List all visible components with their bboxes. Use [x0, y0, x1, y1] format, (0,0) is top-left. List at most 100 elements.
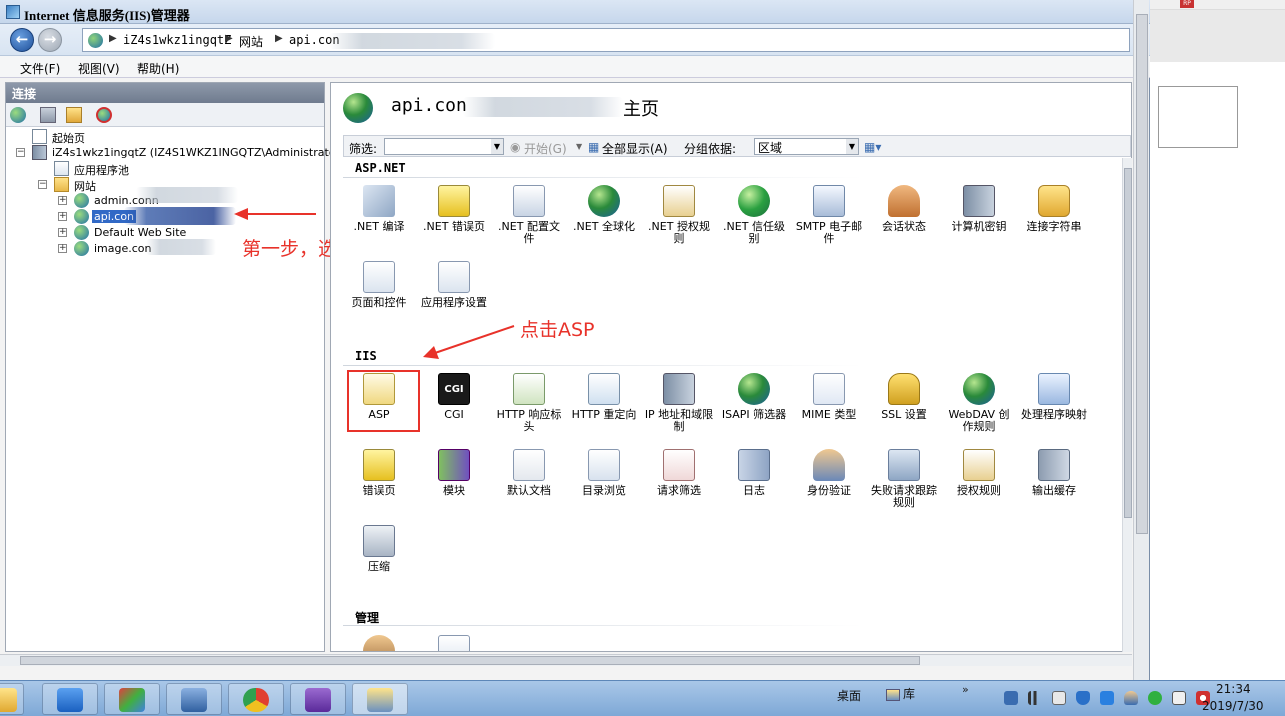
feature-net-authorization[interactable]: .NET 授权规则	[643, 185, 715, 245]
library-icon	[886, 688, 900, 701]
site-globe-icon	[74, 193, 89, 208]
server-icon	[32, 145, 47, 160]
feature-machine-key[interactable]: 计算机密钥	[943, 185, 1015, 233]
feature-net-profile[interactable]: .NET 配置文件	[493, 185, 565, 245]
clipboard-icon[interactable]	[1172, 691, 1186, 705]
feature-http-response-headers[interactable]: HTTP 响应标头	[493, 373, 565, 433]
feature-isapi-filters[interactable]: ISAPI 筛选器	[718, 373, 790, 421]
window-icon[interactable]	[1052, 691, 1066, 705]
taskbar-app-notes[interactable]	[42, 683, 98, 715]
clock-date[interactable]: 2019/7/30	[1202, 699, 1264, 713]
breadcrumb-separator-icon: ▶	[275, 33, 283, 44]
address-field[interactable]: ▶ iZ4s1wkz1ingqtZ ▶ 网站 ▶ api.con	[82, 28, 1130, 52]
clock-time[interactable]: 21:34	[1216, 682, 1251, 696]
breadcrumb-server[interactable]: iZ4s1wkz1ingqtZ	[123, 33, 231, 47]
show-all-button[interactable]: 全部显示(A)	[602, 140, 668, 157]
expand-icon[interactable]: +	[58, 228, 67, 237]
features-scrollbar[interactable]	[1122, 158, 1132, 652]
horizontal-scrollbar[interactable]	[0, 654, 1132, 666]
feature-net-error-pages[interactable]: .NET 错误页	[418, 185, 490, 233]
feature-default-document[interactable]: 默认文档	[493, 449, 565, 497]
forward-button[interactable]: →	[38, 28, 62, 52]
compression-vise-icon	[363, 525, 395, 557]
feature-net-compilation[interactable]: .NET 编译	[343, 185, 415, 233]
users-icon[interactable]	[1124, 691, 1138, 705]
chevron-down-icon[interactable]: ▼	[846, 139, 858, 154]
wechat-icon[interactable]	[1148, 691, 1162, 705]
collapse-icon[interactable]: −	[38, 180, 47, 189]
feature-net-globalization[interactable]: .NET 全球化	[568, 185, 640, 233]
app-pool-icon	[54, 161, 69, 176]
feature-authentication[interactable]: 身份验证	[793, 449, 865, 497]
chevron-down-icon[interactable]: ▼	[576, 142, 582, 151]
start-filter-button[interactable]: 开始(G)	[524, 140, 567, 157]
desktop-toolbar-label[interactable]: 桌面	[837, 687, 861, 704]
taskbar-app-tool[interactable]	[104, 683, 160, 715]
feature-mime-types[interactable]: MIME 类型	[793, 373, 865, 421]
taskbar-app-iis-manager[interactable]	[352, 683, 408, 715]
feature-output-caching[interactable]: 输出缓存	[1018, 449, 1090, 497]
filter-input[interactable]: ▼	[384, 138, 504, 155]
collapse-icon[interactable]: −	[16, 148, 25, 157]
feature-handler-mappings[interactable]: 处理程序映射	[1018, 373, 1090, 421]
feature-session-state[interactable]: 会话状态	[868, 185, 940, 233]
feature-compression[interactable]: 压缩	[343, 525, 415, 573]
feature-cgi[interactable]: CGI CGI	[418, 373, 490, 421]
feature-http-redirect[interactable]: HTTP 重定向	[568, 373, 640, 421]
window-scrollbar[interactable]	[1133, 0, 1149, 680]
save-icon[interactable]	[40, 107, 56, 123]
feature-smtp-email[interactable]: SMTP 电子邮件	[793, 185, 865, 245]
disconnect-icon[interactable]	[96, 107, 112, 123]
expand-icon[interactable]: +	[58, 212, 67, 221]
shield-icon[interactable]	[1076, 691, 1090, 705]
back-button[interactable]: ←	[10, 28, 34, 52]
feature-app-settings[interactable]: 应用程序设置	[418, 261, 490, 309]
feature-authorization-rules[interactable]: 授权规则	[943, 449, 1015, 497]
chevron-down-icon[interactable]: ▼	[491, 139, 503, 154]
feature-connection-strings[interactable]: 连接字符串	[1018, 185, 1090, 233]
feature-error-pages[interactable]: 错误页	[343, 449, 415, 497]
library-toolbar[interactable]: 库	[886, 685, 915, 702]
scrollbar-thumb[interactable]	[1136, 14, 1148, 534]
feature-request-filtering[interactable]: 请求筛选	[643, 449, 715, 497]
feature-webdav[interactable]: WebDAV 创作规则	[943, 373, 1015, 433]
directory-browse-icon	[588, 449, 620, 481]
taskbar-app-remote-desktop[interactable]	[166, 683, 222, 715]
taskbar-app-visual-studio[interactable]	[290, 683, 346, 715]
menu-view[interactable]: 视图(V)	[78, 60, 120, 77]
failed-request-icon	[888, 449, 920, 481]
connect-globe-icon[interactable]	[10, 107, 26, 123]
feature-ssl-settings[interactable]: SSL 设置	[868, 373, 940, 421]
group-by-select[interactable]: 区域 ▼	[754, 138, 859, 155]
feature-pages-controls[interactable]: 页面和控件	[343, 261, 415, 309]
scrollbar-thumb[interactable]	[1124, 168, 1132, 518]
database-ab-icon	[1038, 185, 1070, 217]
network-adapter-icon[interactable]	[1004, 691, 1018, 705]
folder-up-icon[interactable]	[66, 107, 82, 123]
feature-logging[interactable]: 日志	[718, 449, 790, 497]
taskbar-app-chrome[interactable]	[228, 683, 284, 715]
scrollbar-thumb[interactable]	[20, 656, 920, 665]
menu-file[interactable]: 文件(F)	[20, 60, 60, 77]
feature-manage-config[interactable]	[418, 635, 490, 651]
feature-directory-browsing[interactable]: 目录浏览	[568, 449, 640, 497]
feature-modules[interactable]: 模块	[418, 449, 490, 497]
breadcrumb-sites[interactable]: 网站	[239, 33, 263, 50]
checklist-icon	[438, 261, 470, 293]
pen-icon[interactable]	[1100, 691, 1114, 705]
section-divider	[343, 365, 863, 366]
feature-ip-restrictions[interactable]: IP 地址和域限制	[643, 373, 715, 433]
feature-manage-users[interactable]	[343, 635, 415, 651]
expand-icon[interactable]: +	[58, 196, 67, 205]
signal-icon[interactable]	[1028, 691, 1042, 705]
taskbar-app-partial[interactable]	[0, 683, 24, 715]
menu-help[interactable]: 帮助(H)	[137, 60, 179, 77]
title-bar[interactable]: Internet 信息服务(IIS)管理器	[0, 0, 1150, 24]
toolbar-chevron-icon[interactable]: »	[962, 683, 969, 696]
isapi-filter-icon	[738, 373, 770, 405]
expand-icon[interactable]: +	[58, 244, 67, 253]
view-mode-icon[interactable]: ▦▾	[864, 140, 881, 154]
feature-failed-request-tracing[interactable]: 失败请求跟踪规则	[868, 449, 940, 509]
feature-net-trust-levels[interactable]: .NET 信任级别	[718, 185, 790, 245]
site-globe-icon	[74, 241, 89, 256]
